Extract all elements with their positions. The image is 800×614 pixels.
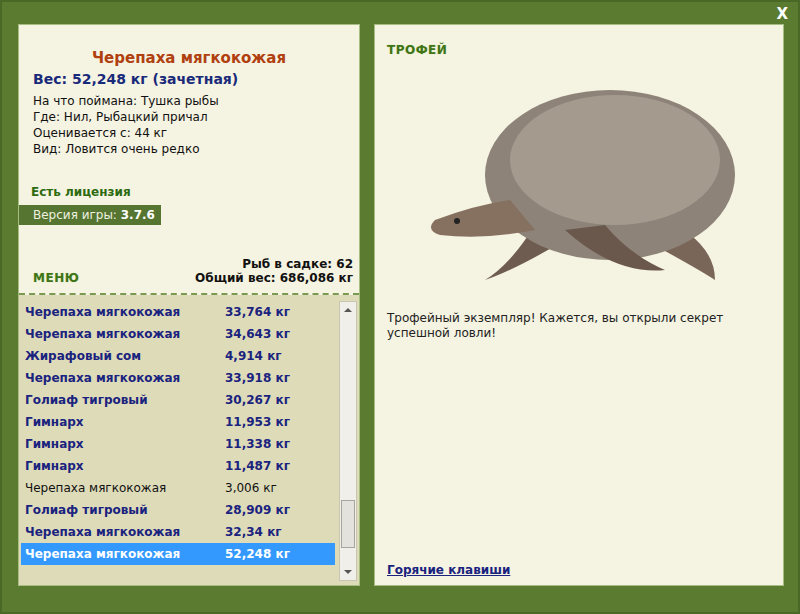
scroll-down-button[interactable] [340,564,356,580]
hotkeys-link[interactable]: Горячие клавиши [387,563,773,577]
catch-row[interactable]: Голиаф тигровый28,909 кг [21,499,335,521]
keepnet-summary: Рыб в садке: 62Общий вес: 686,086 кг [195,257,353,285]
close-button[interactable]: X [776,5,788,23]
catch-row[interactable]: Черепаха мягкокожая33,918 кг [21,367,335,389]
catch-info: Черепаха мягкокожая Вес: 52,248 кг (зачет… [19,25,359,295]
trophy-label: ТРОФЕЙ [387,43,773,57]
menu-button[interactable]: МЕНЮ [33,271,79,285]
catch-row[interactable]: Голиаф тигровый30,267 кг [21,389,335,411]
catch-row[interactable]: Черепаха мягкокожая32,34 кг [21,521,335,543]
version-bar: Версия игры: 3.7.6 [19,205,161,225]
catch-window: X Черепаха мягкокожая Вес: 52,248 кг (заче… [0,0,800,614]
detail-line: Где: Нил, Рыбацкий причал [33,109,359,125]
detail-line: Оценивается с: 44 кг [33,125,359,141]
turtle-icon [415,65,745,295]
fish-weight: Вес: 52,248 кг (зачетная) [33,71,359,87]
trophy-panel: ТРОФЕЙ Трофейный экземпляр! Кажется, вы о… [374,24,784,586]
catch-row[interactable]: Черепаха мягкокожая34,643 кг [21,323,335,345]
catch-row[interactable]: Гимнарх11,953 кг [21,411,335,433]
scroll-up-button[interactable] [340,302,356,318]
detail-line: На что поймана: Тушка рыбы [33,93,359,109]
catch-list: Черепаха мягкокожая33,764 кгЧерепаха мяг… [19,295,359,585]
arrow-down-icon [344,570,352,574]
catch-row[interactable]: Черепаха мягкокожая52,248 кг [21,543,335,565]
catch-row[interactable]: Жирафовый сом4,914 кг [21,345,335,367]
catch-row[interactable]: Черепаха мягкокожая33,764 кг [21,301,335,323]
trophy-text: Трофейный экземпляр! Кажется, вы открыли… [387,311,773,341]
scrollbar[interactable] [339,301,357,581]
detail-line: Вид: Ловится очень редко [33,141,359,157]
arrow-up-icon [344,308,352,312]
catch-panel: Черепаха мягкокожая Вес: 52,248 кг (зачет… [18,24,360,586]
scroll-thumb[interactable] [341,500,355,548]
fish-photo [387,65,773,295]
fish-title: Черепаха мягкокожая [19,49,359,67]
catch-row[interactable]: Гимнарх11,338 кг [21,433,335,455]
catch-row[interactable]: Черепаха мягкокожая3,006 кг [21,477,335,499]
catch-row[interactable]: Гимнарх11,487 кг [21,455,335,477]
license-label: Есть лицензия [31,185,359,199]
title-bar: X [2,2,798,24]
